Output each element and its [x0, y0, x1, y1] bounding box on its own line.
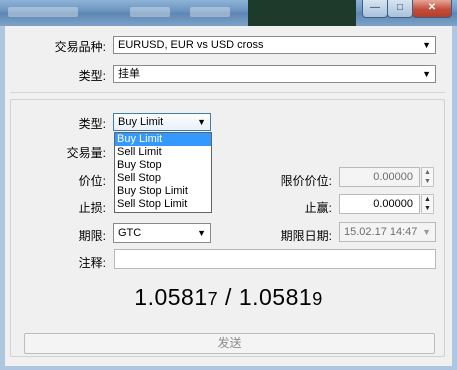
take-profit-label: 止赢:: [304, 201, 332, 215]
order-type-label: 类型:: [78, 69, 106, 83]
chevron-down-icon: ▼: [197, 117, 206, 127]
close-button[interactable]: ✕: [412, 0, 452, 18]
order-type-value: 挂单: [118, 68, 140, 80]
title-bar: — □ ✕: [0, 0, 457, 26]
window-frame-right: [452, 26, 457, 370]
comment-field[interactable]: [114, 249, 436, 269]
title-tab-blur: [130, 7, 170, 17]
spin-up-icon[interactable]: ▲: [422, 195, 433, 204]
spin-down-icon[interactable]: ▼: [422, 177, 433, 186]
symbol-value: EURUSD, EUR vs USD cross: [118, 39, 264, 51]
dropdown-option[interactable]: Buy Stop Limit: [115, 185, 211, 198]
background-chart-strip: [248, 0, 356, 26]
title-tab-blur: [190, 7, 230, 17]
limit-price-label: 限价价位:: [280, 174, 332, 188]
dropdown-option[interactable]: Sell Limit: [115, 146, 211, 159]
minimize-button[interactable]: —: [362, 0, 388, 18]
order-type-select[interactable]: 挂单 ▼: [113, 65, 436, 83]
spin-down-icon[interactable]: ▼: [422, 204, 433, 213]
bid-price-pip: 7: [207, 289, 219, 309]
ask-price: 1.0581: [238, 284, 313, 310]
volume-label: 交易量:: [66, 146, 106, 160]
limit-price-field[interactable]: 0.00000: [339, 167, 420, 187]
quote-display: 1.05817 / 1.05819: [0, 284, 457, 311]
pending-type-label: 类型:: [78, 117, 106, 131]
take-profit-stepper[interactable]: ▲ ▼: [421, 194, 434, 214]
dropdown-option[interactable]: Sell Stop: [115, 172, 211, 185]
expiration-label: 期限:: [78, 229, 106, 243]
expiration-select[interactable]: GTC ▼: [113, 223, 211, 243]
chevron-down-icon: ▼: [422, 69, 431, 79]
bid-price: 1.0581: [134, 284, 208, 310]
ask-price-pip: 9: [312, 289, 323, 309]
expiration-date-field[interactable]: 15.02.17 14:47 ▼: [339, 222, 436, 242]
limit-price-stepper[interactable]: ▲ ▼: [421, 167, 434, 187]
pending-type-dropdown-list[interactable]: Buy Limit Sell Limit Buy Stop Sell Stop Buy …: [114, 132, 212, 213]
dropdown-option[interactable]: Buy Limit: [115, 133, 211, 146]
window-frame-left: [0, 26, 5, 370]
quote-separator: /: [225, 284, 232, 310]
divider: [10, 92, 445, 93]
stop-loss-label: 止损:: [78, 201, 106, 215]
take-profit-field[interactable]: 0.00000: [339, 194, 420, 214]
dropdown-option[interactable]: Buy Stop: [115, 159, 211, 172]
expiration-date-value: 15.02.17 14:47: [344, 226, 418, 238]
symbol-select[interactable]: EURUSD, EUR vs USD cross ▼: [113, 36, 436, 54]
spin-up-icon[interactable]: ▲: [422, 168, 433, 177]
chevron-down-icon: ▼: [422, 40, 431, 50]
chevron-down-icon: ▼: [197, 228, 206, 238]
expiration-date-label: 期限日期:: [280, 229, 332, 243]
window-frame-bottom: [0, 366, 457, 370]
title-text-blur: [8, 7, 78, 17]
send-button[interactable]: 发送: [24, 333, 435, 354]
maximize-button[interactable]: □: [387, 0, 413, 18]
chevron-down-icon: ▼: [422, 227, 431, 237]
symbol-label: 交易品种:: [54, 40, 106, 54]
pending-type-select[interactable]: Buy Limit ▼: [113, 113, 211, 131]
price-label: 价位:: [78, 174, 106, 188]
comment-label: 注释:: [78, 256, 106, 270]
pending-type-value: Buy Limit: [118, 116, 164, 128]
dropdown-option[interactable]: Sell Stop Limit: [115, 198, 211, 211]
expiration-value: GTC: [118, 227, 142, 239]
